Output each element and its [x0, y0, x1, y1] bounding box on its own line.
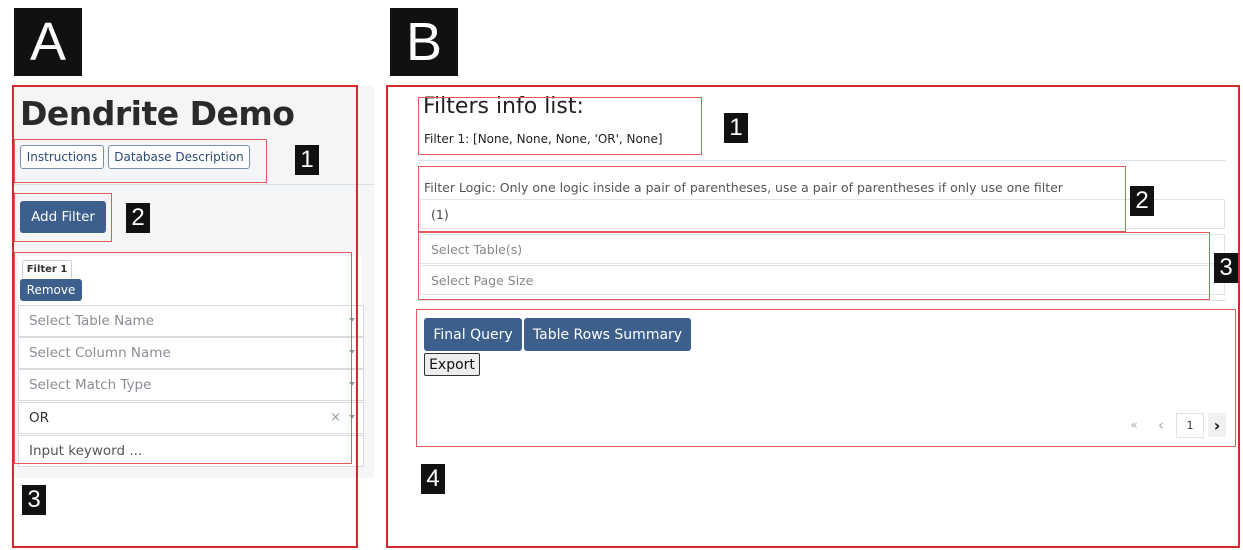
panel-b-border [386, 85, 1240, 548]
panel-a-label: A [14, 8, 82, 76]
panel-b-label: B [390, 8, 458, 76]
panel-a-border [12, 85, 358, 548]
